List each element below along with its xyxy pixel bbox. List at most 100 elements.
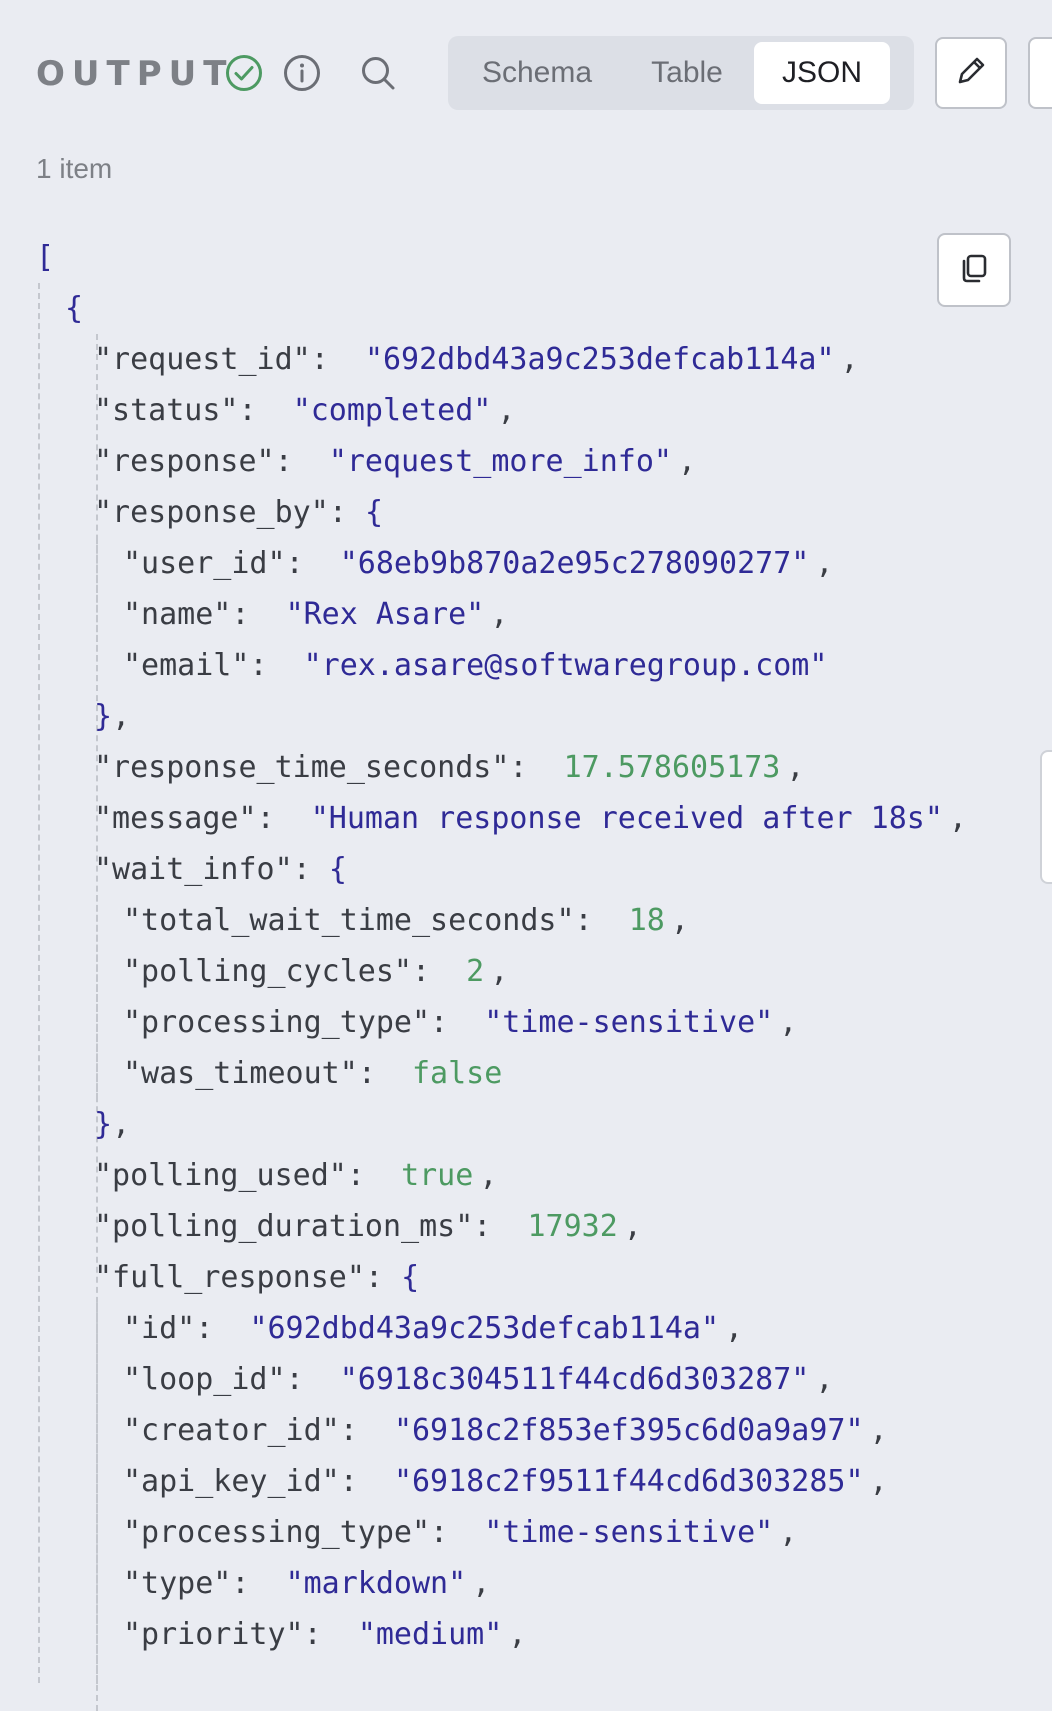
output-header: OUTPUT Schema Table JSON bbox=[36, 36, 1052, 110]
json-colon: : bbox=[310, 342, 365, 377]
json-colon: : bbox=[411, 954, 467, 989]
json-key: "polling_duration_ms" bbox=[94, 1209, 474, 1244]
json-comma: , bbox=[786, 750, 805, 785]
json-line: "total_wait_time_seconds": 18, bbox=[36, 895, 967, 946]
json-open-bracket: [ bbox=[36, 240, 55, 275]
json-value: "markdown" bbox=[285, 1566, 467, 1601]
json-viewer: [ { "request_id": "692dbd43a9c253defcab1… bbox=[36, 232, 967, 1711]
json-line: "creator_id": "6918c2f853ef395c6d0a9a97"… bbox=[36, 1405, 967, 1456]
json-comma: , bbox=[815, 1362, 834, 1397]
json-key: "response_time_seconds" bbox=[94, 750, 510, 785]
side-panel-handle[interactable] bbox=[1040, 750, 1052, 884]
json-key: "name" bbox=[123, 597, 232, 632]
json-key: "total_wait_time_seconds" bbox=[123, 903, 575, 938]
json-comma: , bbox=[472, 1566, 491, 1601]
json-line: "polling_cycles": 2, bbox=[36, 946, 967, 997]
json-colon: : bbox=[292, 852, 329, 887]
json-value: "6918c2f9511f44cd6d303285" bbox=[393, 1464, 864, 1499]
json-comma: , bbox=[490, 597, 509, 632]
json-comma: , bbox=[677, 444, 697, 479]
json-value: "request_more_info" bbox=[328, 444, 672, 479]
json-key: "status" bbox=[94, 393, 239, 428]
json-colon: : bbox=[364, 1260, 402, 1295]
json-key: "priority" bbox=[123, 1617, 304, 1652]
json-line: "response_by": { bbox=[36, 487, 967, 538]
json-key: "creator_id" bbox=[123, 1413, 340, 1448]
pencil-icon bbox=[954, 54, 988, 93]
json-key: "processing_type" bbox=[123, 1515, 431, 1550]
json-line: "priority": "medium", bbox=[36, 1609, 967, 1660]
json-colon: : bbox=[430, 1515, 485, 1550]
tab-json[interactable]: JSON bbox=[754, 42, 890, 104]
json-value: { bbox=[328, 852, 347, 887]
json-value: 18 bbox=[628, 903, 665, 938]
json-key: "request_id" bbox=[94, 342, 311, 377]
json-line: [ bbox=[36, 232, 967, 283]
json-value: true bbox=[401, 1158, 474, 1193]
json-comma: , bbox=[725, 1311, 744, 1346]
json-colon: : bbox=[357, 1056, 412, 1091]
json-key: "processing_type" bbox=[123, 1005, 431, 1040]
json-value: 2 bbox=[466, 954, 485, 989]
json-colon: : bbox=[430, 1005, 485, 1040]
edit-button[interactable] bbox=[935, 37, 1007, 109]
json-line: "loop_id": "6918c304511f44cd6d303287", bbox=[36, 1354, 967, 1405]
json-key: "wait_info" bbox=[94, 852, 293, 887]
view-switcher: Schema Table JSON bbox=[448, 36, 914, 110]
json-value: 17.578605173 bbox=[563, 750, 781, 785]
json-value: "rex.asare@softwaregroup.com" bbox=[303, 648, 828, 683]
json-colon: : bbox=[328, 495, 365, 530]
json-key: "loop_id" bbox=[123, 1362, 286, 1397]
json-line: { bbox=[36, 283, 967, 334]
indent-guide bbox=[96, 895, 98, 1099]
json-key: "user_id" bbox=[123, 546, 286, 581]
json-line: "response": "request_more_info", bbox=[36, 436, 967, 487]
json-comma: , bbox=[508, 1617, 527, 1652]
json-colon: : bbox=[574, 903, 629, 938]
tab-schema[interactable]: Schema bbox=[454, 42, 620, 104]
json-key: "was_timeout" bbox=[123, 1056, 358, 1091]
more-button[interactable] bbox=[1028, 37, 1052, 109]
json-key: "full_response" bbox=[94, 1260, 365, 1295]
json-comma: , bbox=[840, 342, 859, 377]
json-line: "polling_used": true, bbox=[36, 1150, 967, 1201]
json-key: "id" bbox=[123, 1311, 196, 1346]
json-comma: , bbox=[623, 1209, 642, 1244]
json-line: "processing_type": "time-sensitive", bbox=[36, 997, 967, 1048]
json-colon: : bbox=[256, 801, 311, 836]
json-value: "time-sensitive" bbox=[484, 1515, 774, 1550]
json-value: "time-sensitive" bbox=[484, 1005, 774, 1040]
json-value: { bbox=[401, 1260, 420, 1295]
json-key: "message" bbox=[94, 801, 257, 836]
indent-guide bbox=[96, 1303, 98, 1711]
json-key: "email" bbox=[123, 648, 250, 683]
json-line: "full_response": { bbox=[36, 1252, 967, 1303]
json-value: } bbox=[94, 699, 113, 734]
json-comma: , bbox=[479, 1158, 498, 1193]
json-line: "was_timeout": false bbox=[36, 1048, 967, 1099]
json-comma: , bbox=[490, 954, 509, 989]
json-value: "692dbd43a9c253defcab114a" bbox=[249, 1311, 720, 1346]
json-line: "user_id": "68eb9b870a2e95c278090277", bbox=[36, 538, 967, 589]
json-open-brace: { bbox=[65, 291, 84, 326]
json-value: 17932 bbox=[527, 1209, 618, 1244]
json-colon: : bbox=[346, 1158, 402, 1193]
info-icon[interactable] bbox=[282, 53, 322, 93]
json-value: "Rex Asare" bbox=[285, 597, 485, 632]
json-value: } bbox=[94, 1107, 113, 1142]
json-colon: : bbox=[285, 546, 340, 581]
json-value: "Human response received after 18s" bbox=[310, 801, 943, 836]
search-icon[interactable] bbox=[358, 53, 398, 93]
json-comma: , bbox=[869, 1413, 888, 1448]
json-line: }, bbox=[36, 1099, 967, 1150]
json-colon: : bbox=[238, 393, 293, 428]
json-line: "polling_duration_ms": 17932, bbox=[36, 1201, 967, 1252]
json-comma: , bbox=[112, 1107, 131, 1142]
item-count: 1 item bbox=[36, 153, 113, 184]
json-comma: , bbox=[670, 903, 689, 938]
json-value: "692dbd43a9c253defcab114a" bbox=[364, 342, 835, 377]
json-colon: : bbox=[303, 1617, 358, 1652]
tab-table[interactable]: Table bbox=[620, 42, 754, 104]
json-comma: , bbox=[779, 1005, 798, 1040]
json-value: false bbox=[412, 1056, 503, 1091]
